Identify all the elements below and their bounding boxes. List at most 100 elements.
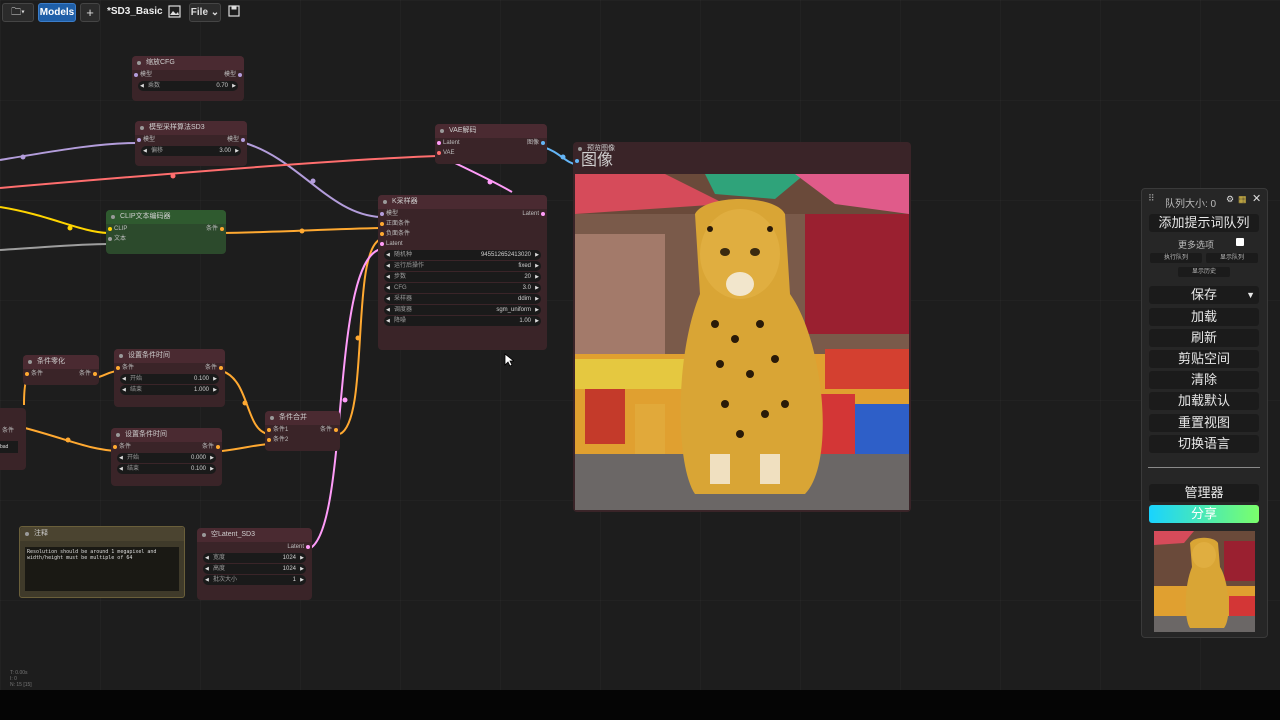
start-widget[interactable]: 开始0.100 <box>120 374 219 384</box>
start-widget[interactable]: 开始0.000 <box>117 453 216 463</box>
new-workflow-button[interactable]: + <box>80 3 100 22</box>
input-label: 条件 <box>122 365 135 371</box>
image-icon[interactable] <box>168 3 183 20</box>
input-label: VAE <box>443 150 455 156</box>
wire-latent-decode <box>454 162 513 193</box>
scheduler-widget[interactable]: 调度器sgm_uniform <box>384 305 541 315</box>
node-title: 注释 <box>20 527 184 541</box>
input-label: 图像 <box>581 152 614 169</box>
node-partial-left[interactable]: 条件 bad <box>0 408 26 470</box>
steps-widget[interactable]: 步数20 <box>384 272 541 282</box>
output-label: 条件 <box>319 427 332 433</box>
share-button[interactable]: 分享 <box>1149 505 1259 523</box>
workflow-menu-button[interactable]: 🗀▾ <box>2 3 34 22</box>
manager-button[interactable]: 管理器 <box>1149 484 1259 502</box>
node-title: 条件零化 <box>23 355 99 369</box>
input-label: CLIP <box>114 226 128 232</box>
cfg-widget[interactable]: CFG3.0 <box>384 283 541 293</box>
output-label: 条件 <box>2 428 15 434</box>
wire-ts2-combine <box>221 443 269 452</box>
output-label: 条件 <box>205 226 218 232</box>
top-menu-bar: 🗀▾ Models + *SD3_Basic File ⌄ <box>0 0 1280 24</box>
load-default-button[interactable]: 加载默认 <box>1149 392 1259 410</box>
show-history-button[interactable]: 显示历史 <box>1178 267 1230 277</box>
node-set-timestep-1[interactable]: 设置条件时间 条件 条件 开始0.100 结束1.000 <box>114 349 225 407</box>
taskbar <box>0 690 1280 720</box>
end-widget[interactable]: 结束1.000 <box>120 385 219 395</box>
input-label: 模型 <box>143 137 156 143</box>
node-clip-text-encode[interactable]: CLIP文本编码器 CLIP 条件 文本 <box>106 210 226 254</box>
file-menu-label: File <box>190 7 209 18</box>
file-menu-button[interactable]: File ⌄ <box>189 3 221 22</box>
node-title: 设置条件时间 <box>114 349 225 363</box>
queue-prompt-button[interactable]: 添加提示词队列 <box>1149 214 1259 232</box>
note-text[interactable]: Resolution should be around 1 megapixel … <box>25 547 179 591</box>
node-title: CLIP文本编码器 <box>106 210 226 224</box>
stats-n: N: 15 [15] <box>10 682 32 688</box>
text-widget[interactable]: bad <box>0 441 18 453</box>
output-label: 模型 <box>223 72 236 78</box>
node-conditioning-zero-out[interactable]: 条件零化 条件 条件 <box>23 355 99 385</box>
refresh-button[interactable]: 刷新 <box>1149 329 1259 347</box>
seed-widget[interactable]: 随机种945512652413020 <box>384 250 541 260</box>
close-icon[interactable]: ✕ <box>1252 192 1261 205</box>
input-label: 条件2 <box>273 437 289 443</box>
width-widget[interactable]: 宽度1024 <box>203 553 306 563</box>
more-options-checkbox[interactable] <box>1236 238 1244 246</box>
node-model-sampling-sd3[interactable]: 模型采样算法SD3 模型 模型 偏移3.00 <box>135 121 247 166</box>
gear-icon[interactable]: ⚙ <box>1226 194 1234 205</box>
load-button[interactable]: 加载 <box>1149 308 1259 326</box>
switch-language-button[interactable]: 切换语言 <box>1149 435 1259 453</box>
sampler-widget[interactable]: 采样器ddim <box>384 294 541 304</box>
exec-queue-button[interactable]: 执行队列 <box>1150 253 1202 263</box>
node-cfg-scale[interactable]: 缩放CFG 模型 模型 乘数0.70 <box>132 56 244 101</box>
clipspace-button[interactable]: 剪贴空间 <box>1149 350 1259 368</box>
node-title: 缩放CFG <box>132 56 244 70</box>
output-label: 条件 <box>201 444 214 450</box>
shift-widget[interactable]: 偏移3.00 <box>141 146 241 156</box>
layout-icon[interactable]: ▦ <box>1238 194 1247 205</box>
input-label: Latent <box>443 140 460 146</box>
history-thumbnail[interactable] <box>1154 531 1255 632</box>
node-empty-latent-sd3[interactable]: 空Latent_SD3 Latent 宽度1024 高度1024 批次大小1 <box>197 528 312 600</box>
input-label: Latent <box>386 241 403 247</box>
node-preview-image[interactable]: 预览图像 图像 <box>573 142 911 512</box>
node-title: 模型采样算法SD3 <box>135 121 247 135</box>
floppy-icon[interactable] <box>228 3 242 20</box>
output-label: 条件 <box>78 371 91 377</box>
multiplier-widget[interactable]: 乘数0.70 <box>138 81 238 91</box>
input-label: 条件 <box>31 371 44 377</box>
node-set-timestep-2[interactable]: 设置条件时间 条件 条件 开始0.000 结束0.100 <box>111 428 222 486</box>
end-widget[interactable]: 结束0.100 <box>117 464 216 474</box>
input-label: 模型 <box>140 72 153 78</box>
input-label: 模型 <box>386 211 399 217</box>
batch-size-widget[interactable]: 批次大小1 <box>203 575 306 585</box>
dropdown-arrow-icon[interactable]: ▼ <box>1246 286 1255 304</box>
models-button[interactable]: Models <box>38 3 76 22</box>
output-label: Latent <box>522 211 539 217</box>
clear-button[interactable]: 清除 <box>1149 371 1259 389</box>
node-vae-decode[interactable]: VAE解码 Latent 图像 VAE <box>435 124 547 164</box>
generated-image[interactable] <box>575 174 909 510</box>
denoise-widget[interactable]: 降噪1.00 <box>384 316 541 326</box>
node-ksampler[interactable]: K采样器 模型 Latent 正面条件 负面条件 Latent 随机种945512… <box>378 195 547 350</box>
reset-view-button[interactable]: 重置视图 <box>1149 414 1259 432</box>
queue-panel[interactable]: ⠿ 队列大小: 0 ⚙ ▦ ✕ 添加提示词队列 更多选项 执行队列 显示队列 显… <box>1141 188 1268 638</box>
input-label: 条件1 <box>273 427 289 433</box>
workflow-title: *SD3_Basic <box>107 6 163 17</box>
save-button[interactable]: 保存 ▼ <box>1149 286 1259 304</box>
show-queue-button[interactable]: 显示队列 <box>1206 253 1258 263</box>
save-label: 保存 <box>1190 287 1217 302</box>
mouse-cursor-icon <box>504 353 514 367</box>
control-after-generate-widget[interactable]: 运行后操作fixed <box>384 261 541 271</box>
render-stats: T: 0.00s I: 0 N: 15 [15] <box>10 670 32 688</box>
node-title: K采样器 <box>378 195 547 209</box>
height-widget[interactable]: 高度1024 <box>203 564 306 574</box>
node-note[interactable]: 注释 Resolution should be around 1 megapix… <box>19 526 185 598</box>
node-title: 预览图像 <box>573 142 911 156</box>
output-label: 模型 <box>226 137 239 143</box>
node-conditioning-combine[interactable]: 条件合并 条件1 条件 条件2 <box>265 411 340 451</box>
input-label: 正面条件 <box>386 221 411 227</box>
drag-handle-icon[interactable]: ⠿ <box>1148 193 1155 204</box>
input-label: 条件 <box>119 444 132 450</box>
